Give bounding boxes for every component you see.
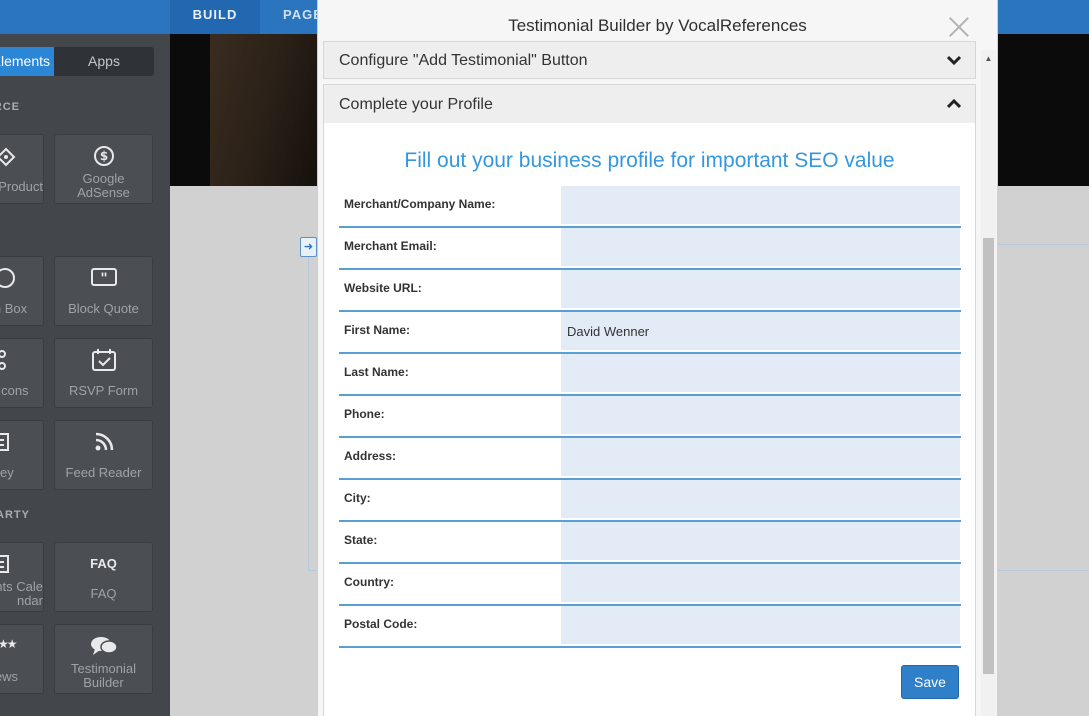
postal-code-input[interactable] — [561, 606, 960, 644]
tile-reviews[interactable]: ★★ Reviews — [0, 624, 44, 694]
element-sidebar: Elements Apps COMMERCE Product $ Google … — [0, 34, 170, 716]
tile-social-icons[interactable]: Social Icons — [0, 338, 44, 408]
rss-icon — [55, 431, 152, 456]
form-row-country: Country: — [339, 564, 961, 606]
move-handle-icon[interactable]: ➜ — [300, 237, 317, 257]
tile-testimonial-builder[interactable]: Testimonial Builder — [54, 624, 153, 694]
field-label: Website URL: — [344, 281, 422, 295]
accordion-complete-profile[interactable]: Complete your Profile — [323, 84, 976, 124]
tile-label: Feed Reader — [65, 465, 142, 480]
last-name-input[interactable] — [561, 354, 960, 392]
scrollbar-thumb[interactable] — [983, 238, 994, 674]
field-label: Last Name: — [344, 365, 409, 379]
tile-label: Search Box — [0, 302, 28, 316]
search-circle-icon — [0, 267, 16, 292]
form-row-address: Address: — [339, 438, 961, 480]
form-row-phone: Phone: — [339, 396, 961, 438]
quote-icon: " — [55, 267, 152, 292]
tile-faq[interactable]: FAQ FAQ — [54, 542, 153, 612]
field-label: State: — [344, 533, 378, 547]
state-input[interactable] — [561, 522, 960, 560]
field-label: Postal Code: — [344, 617, 418, 631]
tag-icon — [0, 147, 16, 170]
tile-label: Product — [0, 180, 43, 194]
faq-icon: FAQ — [90, 556, 117, 571]
field-label: Merchant/Company Name: — [344, 197, 496, 211]
form-row-merchant-email: Merchant Email: — [339, 228, 961, 270]
chevron-down-icon — [947, 53, 961, 67]
address-input[interactable] — [561, 438, 960, 476]
svg-text:": " — [100, 271, 107, 287]
form-row-first-name: First Name: — [339, 312, 961, 354]
website-url-input[interactable] — [561, 270, 960, 308]
save-button[interactable]: Save — [901, 665, 959, 699]
close-icon[interactable] — [948, 16, 970, 38]
calendar-icon — [0, 553, 10, 578]
field-label: Merchant Email: — [344, 239, 437, 253]
svg-text:$: $ — [99, 149, 107, 163]
form-row-last-name: Last Name: — [339, 354, 961, 396]
country-input[interactable] — [561, 564, 960, 602]
apps-toggle-button[interactable]: Apps — [54, 47, 154, 76]
field-label: Phone: — [344, 407, 385, 421]
tile-label: Block Quote — [68, 301, 139, 316]
form-row-city: City: — [339, 480, 961, 522]
dollar-circle-icon: $ — [55, 145, 152, 170]
form-row-postal-code: Postal Code: — [339, 606, 961, 648]
tile-label: FAQ — [90, 586, 117, 601]
first-name-input[interactable] — [561, 312, 960, 350]
tile-block-quote[interactable]: " Block Quote — [54, 256, 153, 326]
section-outline-bottom-right — [998, 570, 1089, 571]
field-label: First Name: — [344, 323, 411, 337]
section-heading-commerce: COMMERCE — [0, 101, 20, 113]
tile-survey[interactable]: Survey — [0, 420, 44, 490]
phone-input[interactable] — [561, 396, 960, 434]
tile-rsvp-form[interactable]: RSVP Form — [54, 338, 153, 408]
accordion-label: Configure "Add Testimonial" Button — [339, 52, 588, 69]
tile-label: Google AdSense — [77, 171, 130, 200]
tile-search-box[interactable]: Search Box — [0, 256, 44, 326]
section-outline-top — [998, 244, 1089, 245]
profile-form-panel: Fill out your business profile for impor… — [323, 123, 976, 716]
section-outline-left — [308, 244, 309, 570]
form-row-state: State: — [339, 522, 961, 564]
field-label: Country: — [344, 575, 394, 589]
testimonial-builder-modal: Testimonial Builder by VocalReferences C… — [317, 0, 998, 716]
elements-toggle-button[interactable]: Elements — [0, 47, 54, 76]
profile-form-heading: Fill out your business profile for impor… — [404, 149, 895, 172]
tile-label: Social Icons — [0, 384, 29, 398]
form-row-company-name: Merchant/Company Name: — [339, 186, 961, 228]
field-label: City: — [344, 491, 371, 505]
tile-label: Testimonial Builder — [70, 661, 137, 690]
modal-title: Testimonial Builder by VocalReferences — [508, 16, 807, 35]
tile-label: Events Calendar — [0, 580, 43, 608]
merchant-email-input[interactable] — [561, 228, 960, 266]
sidebar-segment-toggle: Elements Apps — [0, 47, 154, 76]
tile-events-calendar[interactable]: Events Calendar — [0, 542, 44, 612]
chat-bubbles-icon — [55, 635, 152, 660]
tile-feed-reader[interactable]: Feed Reader — [54, 420, 153, 490]
stars-icon: ★★ — [0, 637, 17, 651]
modal-scrollbar[interactable]: ▲ — [981, 50, 996, 716]
city-input[interactable] — [561, 480, 960, 518]
clipboard-icon — [0, 431, 10, 456]
section-heading-third-party: THIRD PARTY — [0, 509, 30, 521]
calendar-check-icon — [55, 348, 152, 375]
tile-google-adsense[interactable]: $ Google AdSense — [54, 134, 153, 204]
scroll-up-icon[interactable]: ▲ — [981, 50, 996, 68]
tile-label: RSVP Form — [68, 383, 139, 398]
share-icon — [0, 349, 14, 374]
tile-product[interactable]: Product — [0, 134, 44, 204]
accordion-configure-button[interactable]: Configure "Add Testimonial" Button — [323, 41, 976, 79]
form-row-website-url: Website URL: — [339, 270, 961, 312]
field-label: Address: — [344, 449, 397, 463]
tile-label: Reviews — [0, 670, 19, 684]
chevron-up-icon — [947, 97, 961, 111]
accordion-label: Complete your Profile — [339, 96, 493, 113]
tab-build[interactable]: BUILD — [170, 0, 260, 34]
tile-label: Survey — [0, 466, 14, 480]
company-name-input[interactable] — [561, 186, 960, 224]
